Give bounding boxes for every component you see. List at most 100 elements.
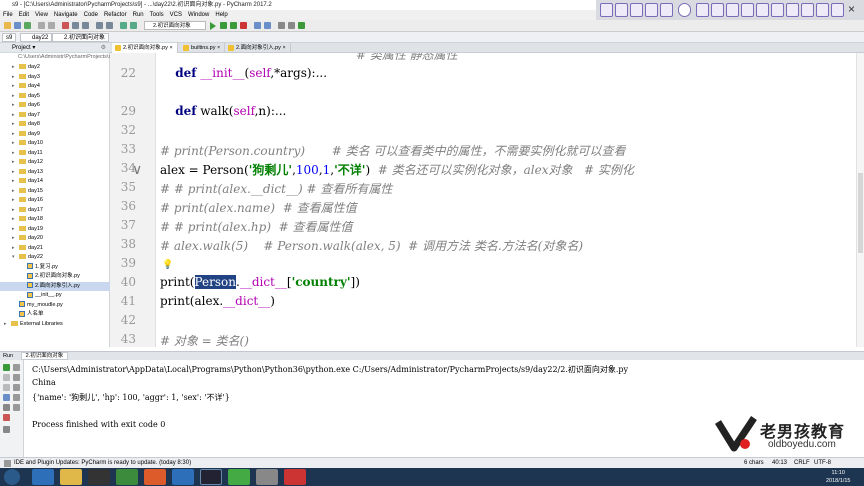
tree-folder[interactable]: ▸ day16: [0, 196, 110, 206]
run-icon[interactable]: [210, 22, 216, 30]
breadcrumb-s9[interactable]: s9: [2, 33, 17, 42]
tool-icon[interactable]: [696, 3, 709, 17]
menu-edit[interactable]: Edit: [16, 10, 32, 20]
scroll-thumb[interactable]: [858, 173, 863, 253]
app-icon[interactable]: [172, 469, 194, 485]
tree-folder[interactable]: ▸ day19: [0, 225, 110, 235]
status-icon[interactable]: [4, 460, 11, 467]
pycharm-icon[interactable]: [200, 469, 222, 485]
tool-icon[interactable]: [771, 3, 784, 17]
save-icon[interactable]: [14, 22, 21, 29]
tree-folder[interactable]: ▸ day11: [0, 149, 110, 159]
menu-window[interactable]: Window: [185, 10, 212, 20]
media-icon[interactable]: [88, 469, 110, 485]
project-structure-icon[interactable]: [288, 22, 295, 29]
menu-tools[interactable]: Tools: [147, 10, 167, 20]
fold-marker-icon[interactable]: ∨: [132, 161, 142, 178]
tree-folder[interactable]: ▸ day21: [0, 244, 110, 254]
run-config-select[interactable]: 2.初识面向对象: [144, 21, 206, 30]
tool-icon[interactable]: [786, 3, 799, 17]
tree-file[interactable]: 1.复习.py: [0, 263, 110, 273]
ie-icon[interactable]: [32, 469, 54, 485]
back-icon[interactable]: [120, 22, 127, 29]
run-tab[interactable]: 2.初识面向对象: [20, 352, 69, 360]
tool-icon[interactable]: [741, 3, 754, 17]
tool-icon[interactable]: [600, 3, 613, 17]
tree-folder[interactable]: ▸ day4: [0, 82, 110, 92]
copy-icon[interactable]: [72, 22, 79, 29]
menu-navigate[interactable]: Navigate: [51, 10, 81, 20]
tree-folder[interactable]: ▸ day5: [0, 92, 110, 102]
print-icon[interactable]: [13, 394, 20, 401]
menu-view[interactable]: View: [32, 10, 51, 20]
tree-file[interactable]: __init__.py: [0, 291, 110, 301]
tab-main-file[interactable]: 2.初识面向对象.py ×: [112, 43, 178, 53]
debug-icon[interactable]: [220, 22, 227, 29]
tree-folder[interactable]: ▸ day7: [0, 111, 110, 121]
settings-icon[interactable]: [278, 22, 285, 29]
start-button-icon[interactable]: [4, 469, 20, 485]
tree-folder[interactable]: ▸ day12: [0, 158, 110, 168]
code-editor[interactable]: # 类属性 静态属性 def __init__(self,*args):... …: [156, 53, 856, 347]
stop-icon[interactable]: [240, 22, 247, 29]
tree-folder[interactable]: ▾ day22: [0, 253, 110, 263]
tree-folder[interactable]: ▸ day6: [0, 101, 110, 111]
find-icon[interactable]: [96, 22, 103, 29]
redo-icon[interactable]: [48, 22, 55, 29]
app-icon[interactable]: [284, 469, 306, 485]
tree-folder[interactable]: ▸ day13: [0, 168, 110, 178]
pause-icon[interactable]: [3, 384, 10, 391]
settings-icon[interactable]: [3, 394, 10, 401]
sync-icon[interactable]: [24, 22, 31, 29]
tool-icon[interactable]: [756, 3, 769, 17]
tree-file[interactable]: my_moudle.py: [0, 301, 110, 311]
breadcrumb-day22[interactable]: day22: [20, 33, 53, 42]
coverage-icon[interactable]: [230, 22, 237, 29]
tree-file[interactable]: 2.初识面向对象.py: [0, 272, 110, 282]
vcs-commit-icon[interactable]: [264, 22, 271, 29]
tree-folder[interactable]: ▸ day14: [0, 177, 110, 187]
tree-folder[interactable]: ▸ day17: [0, 206, 110, 216]
vcs-update-icon[interactable]: [254, 22, 261, 29]
paste-icon[interactable]: [82, 22, 89, 29]
tool-icon[interactable]: [630, 3, 643, 17]
soft-wrap-icon[interactable]: [13, 384, 20, 391]
menu-run[interactable]: Run: [130, 10, 147, 20]
tab-intro-file[interactable]: 2.面向对象引入.py ×: [225, 43, 291, 53]
close-icon[interactable]: [3, 414, 10, 421]
tool-icon[interactable]: [816, 3, 829, 17]
clock[interactable]: 11:10 2018/1/15: [826, 469, 850, 485]
project-panel-title[interactable]: Project: [12, 45, 31, 51]
pin-icon[interactable]: [3, 404, 10, 411]
forward-icon[interactable]: [130, 22, 137, 29]
tree-folder[interactable]: ▸ day10: [0, 139, 110, 149]
breadcrumb-file[interactable]: 2.初识面向对象: [52, 33, 110, 42]
close-icon[interactable]: ×: [848, 3, 860, 15]
tool-icon[interactable]: [645, 3, 658, 17]
stop-icon[interactable]: [3, 374, 10, 381]
rerun-icon[interactable]: [3, 364, 10, 371]
help-icon[interactable]: [298, 22, 305, 29]
open-folder-icon[interactable]: [4, 22, 11, 29]
tree-file[interactable]: 人名单: [0, 310, 110, 320]
app-icon[interactable]: [256, 469, 278, 485]
tree-folder[interactable]: ▸ day9: [0, 130, 110, 140]
app-icon[interactable]: [228, 469, 250, 485]
target-icon[interactable]: [678, 3, 691, 17]
tab-builtins[interactable]: builtins.py ×: [180, 43, 226, 53]
tool-icon[interactable]: [801, 3, 814, 17]
tool-icon[interactable]: [726, 3, 739, 17]
tree-folder[interactable]: ▸ day3: [0, 73, 110, 83]
help-icon[interactable]: [3, 426, 10, 433]
tree-folder[interactable]: ▸ day2: [0, 63, 110, 73]
tool-icon[interactable]: [711, 3, 724, 17]
menu-refactor[interactable]: Refactor: [101, 10, 130, 20]
gear-icon[interactable]: ⚙: [101, 43, 106, 53]
tool-icon[interactable]: [660, 3, 673, 17]
scroll-up-icon[interactable]: [13, 364, 20, 371]
tree-folder[interactable]: ▸ day15: [0, 187, 110, 197]
lightbulb-icon[interactable]: 💡: [162, 259, 173, 270]
replace-icon[interactable]: [106, 22, 113, 29]
tree-file[interactable]: 2.面向对象引入.py: [0, 281, 110, 291]
tree-folder[interactable]: ▸ day20: [0, 234, 110, 244]
